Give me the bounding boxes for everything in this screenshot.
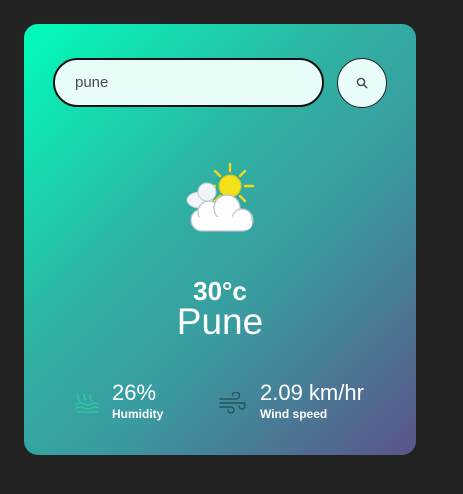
search-bar [53, 58, 387, 108]
search-button[interactable] [337, 58, 387, 108]
partly-cloudy-icon [186, 162, 255, 232]
wind-detail: 2.09 km/hr Wind speed [218, 378, 408, 428]
humidity-value: 26% [112, 380, 157, 405]
humidity-icon [75, 393, 99, 413]
wind-text: 2.09 km/hr Wind speed [260, 380, 364, 422]
wind-speed-label: Wind speed [260, 407, 328, 421]
search-icon [356, 77, 368, 89]
humidity-label: Humidity [112, 407, 164, 421]
city-name: Pune [176, 301, 264, 342]
search-input[interactable] [53, 58, 324, 107]
weather-card: 30°c Pune 26% Humidity 2.09 km/hr [24, 24, 416, 455]
wind-speed-value: 2.09 km/hr [260, 380, 364, 405]
wind-icon [219, 392, 246, 414]
humidity-detail: 26% Humidity [74, 378, 224, 428]
humidity-text: 26% Humidity [112, 380, 163, 422]
